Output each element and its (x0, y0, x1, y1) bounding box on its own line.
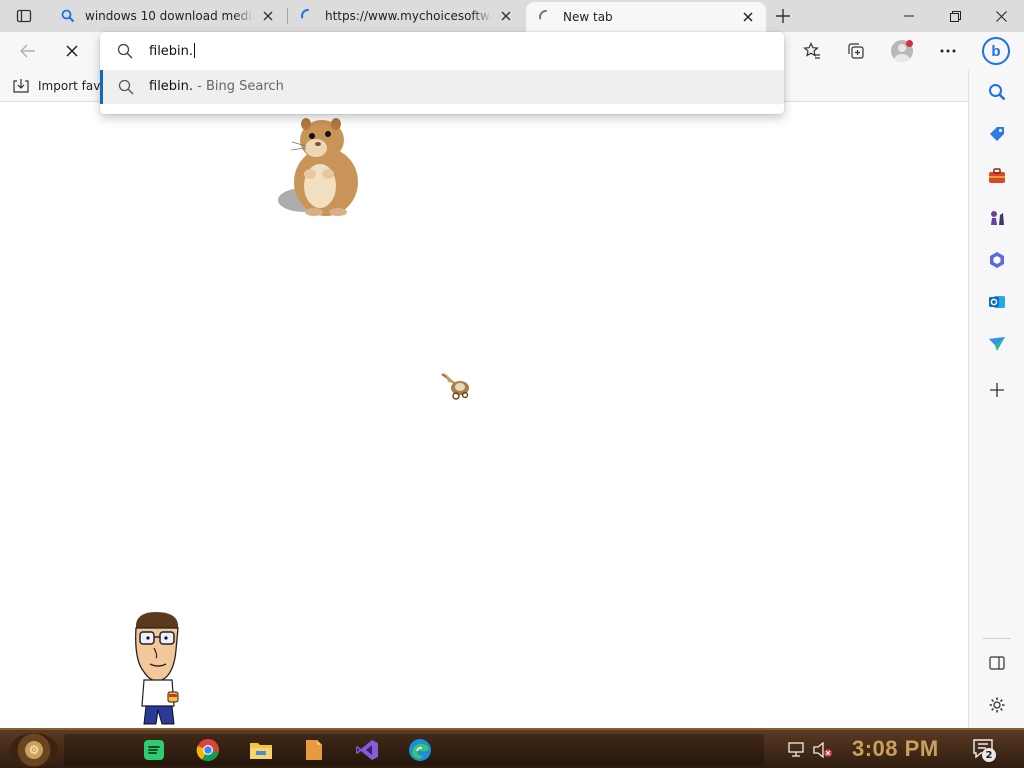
close-icon (66, 45, 78, 57)
drop-icon (989, 337, 1005, 351)
settings-and-more-button[interactable] (932, 35, 964, 67)
taskbar-clock[interactable]: 3:08 PM (852, 736, 939, 762)
outlook-icon (989, 296, 1005, 308)
start-button[interactable]: ⚙ (10, 733, 58, 767)
sidebar-add-button[interactable] (983, 376, 1011, 404)
new-tab-button[interactable] (770, 4, 796, 28)
taskbar-chrome[interactable] (190, 734, 226, 766)
close-tab-icon[interactable] (738, 7, 758, 27)
import-icon (13, 79, 29, 93)
favorites-button[interactable] (796, 35, 828, 67)
shopping-tag-icon (990, 127, 1004, 141)
favorites-star-icon (803, 42, 820, 59)
close-icon (995, 10, 1007, 22)
profile-button[interactable] (886, 35, 918, 67)
stop-loading-button[interactable] (56, 35, 88, 67)
tab-windows-download[interactable]: windows 10 download media - S (48, 2, 286, 30)
taskbar-visual-studio[interactable] (349, 734, 385, 766)
address-bar-input[interactable]: filebin. (100, 32, 784, 70)
restore-button[interactable] (932, 0, 978, 32)
text-caret (194, 43, 196, 58)
hide-sidebar-button[interactable] (983, 649, 1011, 677)
network-icon[interactable] (788, 742, 806, 758)
add-icon (990, 383, 1004, 397)
visual-studio-icon (356, 740, 378, 760)
minimize-icon (904, 15, 914, 17)
loading-spinner-icon (300, 8, 316, 24)
flying-bug-desktop-pet[interactable] (440, 370, 474, 402)
gear-icon (989, 697, 1005, 713)
tab-title: https://www.mychoicesoftware.co (325, 9, 492, 23)
plus-icon (776, 9, 790, 23)
taskbar-document[interactable] (296, 734, 332, 766)
search-icon (989, 84, 1006, 101)
edge-sidebar (968, 70, 1024, 728)
page-content (0, 102, 967, 728)
close-tab-icon[interactable] (496, 6, 516, 26)
tab-mychoicesoftware[interactable]: https://www.mychoicesoftware.co (288, 2, 524, 30)
address-bar-dropdown: filebin. filebin. - Bing Search (100, 32, 784, 114)
hamster-desktop-pet[interactable] (276, 112, 366, 222)
search-icon (117, 43, 133, 59)
suggestion-query: filebin. (149, 79, 194, 94)
sidebar-outlook-button[interactable] (983, 288, 1011, 316)
profile-status-dot (906, 40, 913, 47)
back-button[interactable] (12, 35, 44, 67)
volume-muted-icon[interactable] (812, 742, 832, 758)
bing-copilot-icon: b (982, 37, 1010, 65)
file-explorer-icon (250, 743, 272, 759)
notification-count-badge: 2 (982, 748, 996, 762)
sidebar-tools-button[interactable] (983, 162, 1011, 190)
collections-icon (848, 43, 864, 59)
sidebar-microsoft-365-button[interactable] (983, 246, 1011, 274)
sidebar-drop-button[interactable] (983, 330, 1011, 358)
tab-actions-icon (16, 9, 32, 23)
collections-button[interactable] (840, 35, 872, 67)
more-options-icon (940, 49, 956, 53)
suggestion-engine: - Bing Search (193, 79, 284, 94)
tab-actions-button[interactable] (8, 4, 40, 28)
microsoft-365-icon (990, 252, 1004, 268)
search-icon (60, 8, 76, 24)
sidebar-shopping-button[interactable] (983, 120, 1011, 148)
tab-title: windows 10 download media - S (85, 9, 254, 23)
tools-icon (989, 168, 1005, 183)
address-bar-text: filebin. (149, 44, 194, 59)
restore-icon (949, 10, 961, 22)
sidebar-games-button[interactable] (983, 204, 1011, 232)
document-icon (306, 740, 322, 760)
taskbar-spotify[interactable] (136, 734, 172, 766)
spotify-icon (144, 740, 164, 760)
tab-title: New tab (563, 10, 613, 24)
cartoon-man-desktop-pet[interactable] (128, 610, 188, 728)
start-orb-icon: ⚙ (28, 743, 40, 757)
import-favorites-label: Import favo (38, 79, 108, 93)
taskbar: ⚙ 3:08 PM 2 (0, 728, 1024, 768)
sidebar-divider (983, 638, 1011, 639)
taskbar-edge[interactable] (402, 734, 438, 766)
sidebar-search-button[interactable] (983, 78, 1011, 106)
sidebar-settings-button[interactable] (983, 691, 1011, 719)
loading-spinner-icon (538, 9, 554, 25)
search-icon (118, 79, 134, 95)
chrome-icon (196, 739, 219, 762)
search-suggestion[interactable]: filebin. - Bing Search (100, 70, 784, 104)
taskbar-file-explorer[interactable] (243, 734, 279, 766)
copilot-button[interactable]: b (980, 35, 1012, 67)
import-favorites-button[interactable]: Import favo (12, 74, 108, 98)
close-tab-icon[interactable] (258, 6, 278, 26)
sidebar-panel-icon (989, 656, 1005, 670)
back-arrow-icon (20, 44, 35, 58)
games-icon (991, 211, 1004, 225)
tab-new-tab[interactable]: New tab (526, 2, 766, 32)
edge-icon (409, 739, 431, 761)
close-window-button[interactable] (978, 0, 1024, 32)
minimize-button[interactable] (886, 0, 932, 32)
tab-strip: windows 10 download media - S https://ww… (0, 0, 1024, 32)
